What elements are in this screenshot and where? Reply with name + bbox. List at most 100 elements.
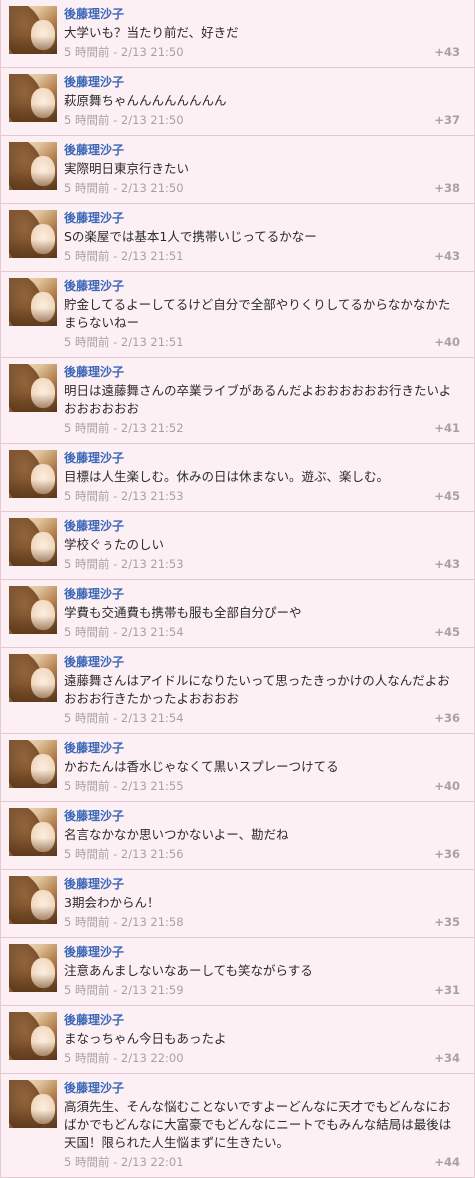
post-timestamp[interactable]: 5 時間前 - 2/13 21:58 [64, 915, 184, 929]
author-name[interactable]: 後藤理沙子 [64, 654, 460, 670]
post-item[interactable]: 後藤理沙子 3期会わからん！ 5 時間前 - 2/13 21:58 +35 [1, 870, 474, 938]
plus-count[interactable]: +40 [434, 776, 460, 796]
post-timestamp[interactable]: 5 時間前 - 2/13 21:50 [64, 45, 184, 59]
post-meta: 5 時間前 - 2/13 22:01 +44 [64, 1152, 460, 1172]
avatar[interactable] [9, 6, 57, 54]
author-name[interactable]: 後藤理沙子 [64, 944, 460, 960]
post-body: 後藤理沙子 明日は遠藤舞さんの卒業ライブがあるんだよおおおおおお行きたいよおおおお… [64, 364, 460, 438]
post-body: 後藤理沙子 大学いも？当たり前だ、好きだ 5 時間前 - 2/13 21:50 +43 [64, 6, 460, 62]
avatar[interactable] [9, 518, 57, 566]
author-name[interactable]: 後藤理沙子 [64, 278, 460, 294]
post-item[interactable]: 後藤理沙子 明日は遠藤舞さんの卒業ライブがあるんだよおおおおおお行きたいよおおおお… [1, 358, 474, 444]
post-timestamp[interactable]: 5 時間前 - 2/13 21:51 [64, 335, 184, 349]
post-timestamp[interactable]: 5 時間前 - 2/13 21:50 [64, 181, 184, 195]
post-item[interactable]: 後藤理沙子 大学いも？当たり前だ、好きだ 5 時間前 - 2/13 21:50 +43 [1, 0, 474, 68]
avatar[interactable] [9, 1080, 57, 1128]
author-name[interactable]: 後藤理沙子 [64, 1012, 460, 1028]
post-meta: 5 時間前 - 2/13 21:56 +36 [64, 844, 460, 864]
post-text: 学校ぐぅたのしい [64, 537, 165, 552]
post-meta: 5 時間前 - 2/13 21:50 +43 [64, 42, 460, 62]
post-timestamp[interactable]: 5 時間前 - 2/13 21:55 [64, 779, 184, 793]
post-meta: 5 時間前 - 2/13 21:53 +43 [64, 554, 460, 574]
plus-count[interactable]: +43 [434, 246, 460, 266]
post-timestamp[interactable]: 5 時間前 - 2/13 21:53 [64, 489, 184, 503]
plus-count[interactable]: +36 [434, 708, 460, 728]
post-timestamp[interactable]: 5 時間前 - 2/13 21:50 [64, 113, 184, 127]
post-item[interactable]: 後藤理沙子 実際明日東京行きたい 5 時間前 - 2/13 21:50 +38 [1, 136, 474, 204]
post-timestamp[interactable]: 5 時間前 - 2/13 21:54 [64, 625, 184, 639]
avatar[interactable] [9, 740, 57, 788]
post-body: 後藤理沙子学費も交通費も携帯も服も全部自分ぴーや 5 時間前 - 2/13 21:… [64, 586, 460, 642]
avatar[interactable] [9, 944, 57, 992]
plus-count[interactable]: +38 [434, 178, 460, 198]
avatar[interactable] [9, 364, 57, 412]
author-name[interactable]: 後藤理沙子 [64, 210, 460, 226]
author-name[interactable]: 後藤理沙子 [64, 740, 460, 756]
post-body: 後藤理沙子 まなっちゃん今日もあったよ 5 時間前 - 2/13 22:00 +34 [64, 1012, 460, 1068]
plus-count[interactable]: +44 [434, 1152, 460, 1172]
post-item[interactable]: 後藤理沙子注意あんましないなあーしても笑ながらする 5 時間前 - 2/13 21… [1, 938, 474, 1006]
author-name[interactable]: 後藤理沙子 [64, 6, 460, 22]
author-name[interactable]: 後藤理沙子 [64, 808, 460, 824]
post-item[interactable]: 後藤理沙子 かおたんは香水じゃなくて黒いスプレーつけてる 5 時間前 - 2/13 … [1, 734, 474, 802]
post-text: 貯金してるよーしてるけど自分で全部やりくりしてるからなかなかたまらないねー [64, 297, 451, 330]
plus-count[interactable]: +31 [434, 980, 460, 1000]
post-timestamp[interactable]: 5 時間前 - 2/13 21:56 [64, 847, 184, 861]
avatar[interactable] [9, 876, 57, 924]
avatar[interactable] [9, 450, 57, 498]
plus-count[interactable]: +40 [434, 332, 460, 352]
author-name[interactable]: 後藤理沙子 [64, 364, 460, 380]
plus-count[interactable]: +43 [434, 554, 460, 574]
post-body: 後藤理沙子 3期会わからん！ 5 時間前 - 2/13 21:58 +35 [64, 876, 460, 932]
post-text: 目標は人生楽しむ。休みの日は休まない。遊ぶ、楽しむ。 [64, 469, 390, 484]
post-item[interactable]: 後藤理沙子 Sの楽屋では基本1人で携帯いじってるかなー 5 時間前 - 2/13 2… [1, 204, 474, 272]
post-meta: 5 時間前 - 2/13 21:58 +35 [64, 912, 460, 932]
post-timestamp[interactable]: 5 時間前 - 2/13 21:54 [64, 711, 184, 725]
avatar[interactable] [9, 210, 57, 258]
post-item[interactable]: 後藤理沙子高須先生、そんな悩むことないですよーどんなに天才でもどんなにおばかでも… [1, 1074, 474, 1178]
post-item[interactable]: 後藤理沙子 萩原舞ちゃんんんんんんんん 5 時間前 - 2/13 21:50 +37 [1, 68, 474, 136]
author-name[interactable]: 後藤理沙子 [64, 876, 460, 892]
post-item[interactable]: 後藤理沙子貯金してるよーしてるけど自分で全部やりくりしてるからなかなかたまらない… [1, 272, 474, 358]
plus-count[interactable]: +34 [434, 1048, 460, 1068]
post-item[interactable]: 後藤理沙子 名言なかなか思いつかないよー、勘だね 5 時間前 - 2/13 21:5… [1, 802, 474, 870]
author-name[interactable]: 後藤理沙子 [64, 74, 460, 90]
avatar[interactable] [9, 278, 57, 326]
post-text: 学費も交通費も携帯も服も全部自分ぴーや [64, 605, 302, 620]
author-name[interactable]: 後藤理沙子 [64, 1080, 460, 1096]
post-timestamp[interactable]: 5 時間前 - 2/13 22:01 [64, 1155, 184, 1169]
post-item[interactable]: 後藤理沙子学費も交通費も携帯も服も全部自分ぴーや 5 時間前 - 2/13 21:… [1, 580, 474, 648]
post-text: 注意あんましないなあーしても笑ながらする [64, 963, 313, 978]
post-item[interactable]: 後藤理沙子 まなっちゃん今日もあったよ 5 時間前 - 2/13 22:00 +34 [1, 1006, 474, 1074]
avatar[interactable] [9, 142, 57, 190]
post-meta: 5 時間前 - 2/13 21:55 +40 [64, 776, 460, 796]
post-body: 後藤理沙子 実際明日東京行きたい 5 時間前 - 2/13 21:50 +38 [64, 142, 460, 198]
author-name[interactable]: 後藤理沙子 [64, 586, 460, 602]
post-body: 後藤理沙子 かおたんは香水じゃなくて黒いスプレーつけてる 5 時間前 - 2/13 … [64, 740, 460, 796]
post-body: 後藤理沙子注意あんましないなあーしても笑ながらする 5 時間前 - 2/13 21… [64, 944, 460, 1000]
post-timestamp[interactable]: 5 時間前 - 2/13 21:59 [64, 983, 184, 997]
post-item[interactable]: 後藤理沙子目標は人生楽しむ。休みの日は休まない。遊ぶ、楽しむ。 5 時間前 - 2… [1, 444, 474, 512]
plus-count[interactable]: +35 [434, 912, 460, 932]
plus-count[interactable]: +41 [434, 418, 460, 438]
avatar[interactable] [9, 586, 57, 634]
post-item[interactable]: 後藤理沙子 遠藤舞さんはアイドルになりたいって思ったきっかけの人なんだよおおおお行… [1, 648, 474, 734]
plus-count[interactable]: +43 [434, 42, 460, 62]
post-text: 高須先生、そんな悩むことないですよーどんなに天才でもどんなにおばかでもどんなに大… [64, 1099, 452, 1150]
plus-count[interactable]: +36 [434, 844, 460, 864]
post-timestamp[interactable]: 5 時間前 - 2/13 22:00 [64, 1051, 184, 1065]
plus-count[interactable]: +45 [434, 486, 460, 506]
avatar[interactable] [9, 74, 57, 122]
author-name[interactable]: 後藤理沙子 [64, 518, 460, 534]
post-item[interactable]: 後藤理沙子学校ぐぅたのしい 5 時間前 - 2/13 21:53 +43 [1, 512, 474, 580]
post-timestamp[interactable]: 5 時間前 - 2/13 21:51 [64, 249, 184, 263]
plus-count[interactable]: +45 [434, 622, 460, 642]
post-timestamp[interactable]: 5 時間前 - 2/13 21:52 [64, 421, 184, 435]
avatar[interactable] [9, 654, 57, 702]
author-name[interactable]: 後藤理沙子 [64, 450, 460, 466]
author-name[interactable]: 後藤理沙子 [64, 142, 460, 158]
post-timestamp[interactable]: 5 時間前 - 2/13 21:53 [64, 557, 184, 571]
avatar[interactable] [9, 1012, 57, 1060]
plus-count[interactable]: +37 [434, 110, 460, 130]
avatar[interactable] [9, 808, 57, 856]
